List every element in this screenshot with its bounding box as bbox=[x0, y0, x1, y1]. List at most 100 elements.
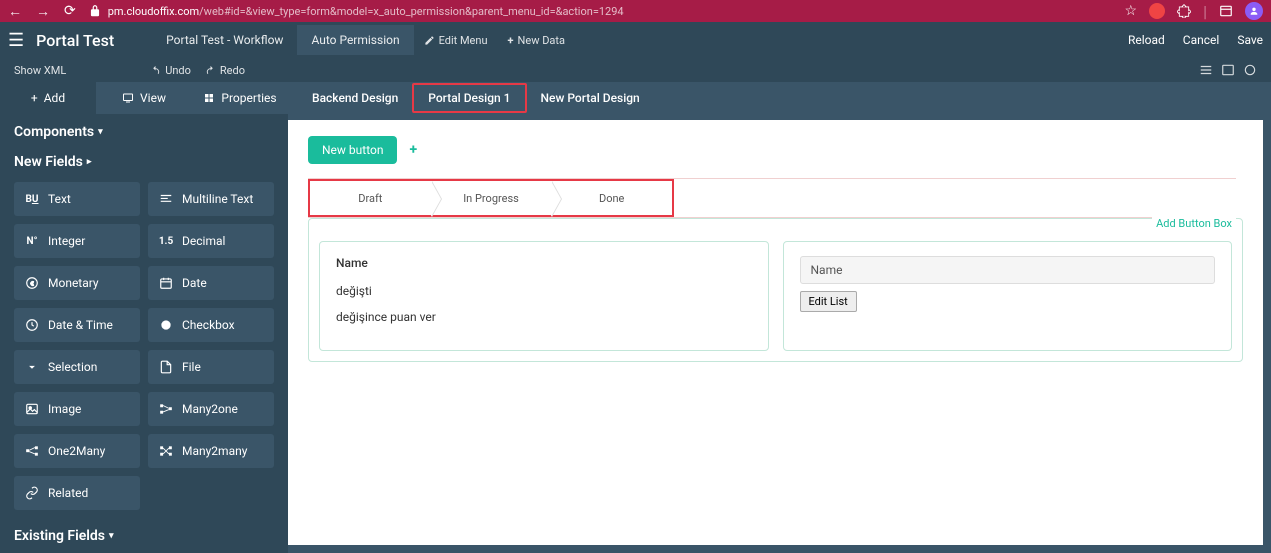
reload-button[interactable]: Reload bbox=[1128, 33, 1165, 47]
field-date-label: Date bbox=[182, 276, 207, 290]
main-layout: + Add View Properties Components ▾ New F… bbox=[0, 82, 1271, 553]
app-nav: Portal Test - Workflow Auto Permission E… bbox=[152, 25, 575, 55]
field-text[interactable]: BU Text bbox=[14, 182, 140, 216]
status-bar: Draft In Progress Done bbox=[308, 178, 1236, 218]
show-xml-button[interactable]: Show XML bbox=[14, 64, 66, 77]
form-view-icon[interactable] bbox=[1221, 63, 1235, 77]
image-icon bbox=[24, 402, 40, 416]
plus-icon: + bbox=[508, 34, 514, 47]
field-many2many-label: Many2many bbox=[182, 444, 247, 458]
add-button-icon[interactable]: + bbox=[409, 142, 417, 158]
view-mode-icons bbox=[1199, 63, 1257, 77]
forward-icon[interactable]: → bbox=[36, 3, 50, 20]
other-view-icon[interactable] bbox=[1243, 63, 1257, 77]
cancel-button[interactable]: Cancel bbox=[1183, 33, 1220, 47]
field-multiline[interactable]: Multiline Text bbox=[148, 182, 274, 216]
many2one-icon bbox=[158, 402, 174, 416]
tab-new-portal-design[interactable]: New Portal Design bbox=[527, 85, 654, 111]
tab-portal-design-1[interactable]: Portal Design 1 bbox=[412, 83, 526, 113]
list-view-icon[interactable] bbox=[1199, 63, 1213, 77]
right-card[interactable]: Name Edit List bbox=[783, 241, 1233, 351]
new-button[interactable]: New button bbox=[308, 136, 397, 164]
bookmark-icon[interactable]: ☆ bbox=[1125, 3, 1138, 19]
status-draft[interactable]: Draft bbox=[310, 181, 431, 215]
field-multiline-label: Multiline Text bbox=[182, 192, 253, 206]
field-related[interactable]: Related bbox=[14, 476, 140, 510]
field-many2one[interactable]: Many2one bbox=[148, 392, 274, 426]
sidebar-tab-properties[interactable]: Properties bbox=[192, 82, 288, 114]
properties-icon bbox=[203, 92, 215, 104]
nav-new-data[interactable]: + New Data bbox=[498, 25, 575, 55]
field-image[interactable]: Image bbox=[14, 392, 140, 426]
canvas: New button + Draft In Progress Done Add bbox=[288, 120, 1263, 545]
field-file-label: File bbox=[182, 360, 201, 374]
window-icon[interactable] bbox=[1219, 4, 1233, 18]
extension-badge-icon[interactable] bbox=[1149, 3, 1165, 19]
field-many2many[interactable]: Many2many bbox=[148, 434, 274, 468]
cards-row: Name değişti değişince puan ver Name Edi… bbox=[319, 241, 1232, 351]
status-in-progress[interactable]: In Progress bbox=[431, 181, 552, 215]
pencil-icon bbox=[424, 35, 435, 46]
text-icon: BU bbox=[24, 194, 40, 205]
hamburger-icon[interactable]: ☰ bbox=[8, 30, 24, 51]
redo-button[interactable]: Redo bbox=[205, 64, 245, 77]
status-draft-label: Draft bbox=[358, 192, 382, 205]
field-selection-label: Selection bbox=[48, 360, 97, 374]
nav-workflow[interactable]: Portal Test - Workflow bbox=[152, 25, 297, 55]
add-button-box-link[interactable]: Add Button Box bbox=[1152, 217, 1236, 230]
components-section[interactable]: Components ▾ bbox=[0, 114, 288, 144]
sidebar-tab-view[interactable]: View bbox=[96, 82, 192, 114]
extensions-icon[interactable] bbox=[1177, 4, 1191, 18]
app-bar: ☰ Portal Test Portal Test - Workflow Aut… bbox=[0, 22, 1271, 58]
status-done-label: Done bbox=[599, 192, 624, 205]
sidebar: + Add View Properties Components ▾ New F… bbox=[0, 82, 288, 553]
secondary-bar: Show XML Undo Redo bbox=[0, 58, 1271, 82]
checkbox-icon bbox=[158, 318, 174, 332]
edit-list-button[interactable]: Edit List bbox=[800, 291, 857, 312]
app-bar-right: Reload Cancel Save bbox=[1128, 33, 1263, 47]
profile-avatar-icon[interactable] bbox=[1245, 2, 1263, 20]
undo-icon bbox=[150, 65, 161, 76]
undo-button[interactable]: Undo bbox=[150, 64, 191, 77]
reload-icon[interactable]: ⟳ bbox=[64, 3, 76, 20]
sidebar-tab-add[interactable]: + Add bbox=[0, 82, 96, 114]
status-done[interactable]: Done bbox=[551, 181, 672, 215]
tab-backend-design[interactable]: Backend Design bbox=[298, 85, 412, 111]
multiline-icon bbox=[158, 192, 174, 206]
field-monetary[interactable]: € Monetary bbox=[14, 266, 140, 300]
tab-add-label: Add bbox=[44, 91, 65, 105]
field-integer[interactable]: N° Integer bbox=[14, 224, 140, 258]
new-fields-section[interactable]: New Fields ▸ bbox=[0, 144, 288, 174]
field-date[interactable]: Date bbox=[148, 266, 274, 300]
field-file[interactable]: File bbox=[148, 350, 274, 384]
save-button[interactable]: Save bbox=[1237, 33, 1263, 47]
new-fields-title: New Fields bbox=[14, 154, 83, 170]
back-icon[interactable]: ← bbox=[8, 3, 22, 20]
field-monetary-label: Monetary bbox=[48, 276, 99, 290]
calendar-icon bbox=[158, 276, 174, 290]
field-one2many[interactable]: One2Many bbox=[14, 434, 140, 468]
field-grid: BU Text Multiline Text N° Integer 1.5 De… bbox=[0, 174, 288, 518]
field-integer-label: Integer bbox=[48, 234, 85, 248]
field-decimal[interactable]: 1.5 Decimal bbox=[148, 224, 274, 258]
caret-down-icon: ▾ bbox=[109, 531, 114, 541]
nav-auto-permission[interactable]: Auto Permission bbox=[297, 25, 413, 55]
svg-text:€: € bbox=[30, 281, 34, 287]
left-card[interactable]: Name değişti değişince puan ver bbox=[319, 241, 769, 351]
url-bar[interactable]: pm.cloudoffix.com/web#id=&view_type=form… bbox=[88, 4, 1113, 18]
field-selection[interactable]: Selection bbox=[14, 350, 140, 384]
field-datetime[interactable]: Date & Time bbox=[14, 308, 140, 342]
right-card-name-header: Name bbox=[800, 256, 1216, 284]
browser-right-icons: ☆ | bbox=[1125, 2, 1263, 21]
url-text: pm.cloudoffix.com/web#id=&view_type=form… bbox=[108, 5, 624, 18]
field-checkbox[interactable]: Checkbox bbox=[148, 308, 274, 342]
redo-icon bbox=[205, 65, 216, 76]
clock-icon bbox=[24, 318, 40, 332]
existing-fields-section[interactable]: Existing Fields ▾ bbox=[0, 518, 288, 548]
nav-edit-menu[interactable]: Edit Menu bbox=[414, 25, 498, 55]
field-datetime-label: Date & Time bbox=[48, 318, 113, 332]
integer-icon: N° bbox=[24, 236, 40, 247]
components-title: Components bbox=[14, 124, 94, 140]
existing-fields-title: Existing Fields bbox=[14, 528, 105, 544]
status-in-progress-label: In Progress bbox=[463, 192, 519, 205]
